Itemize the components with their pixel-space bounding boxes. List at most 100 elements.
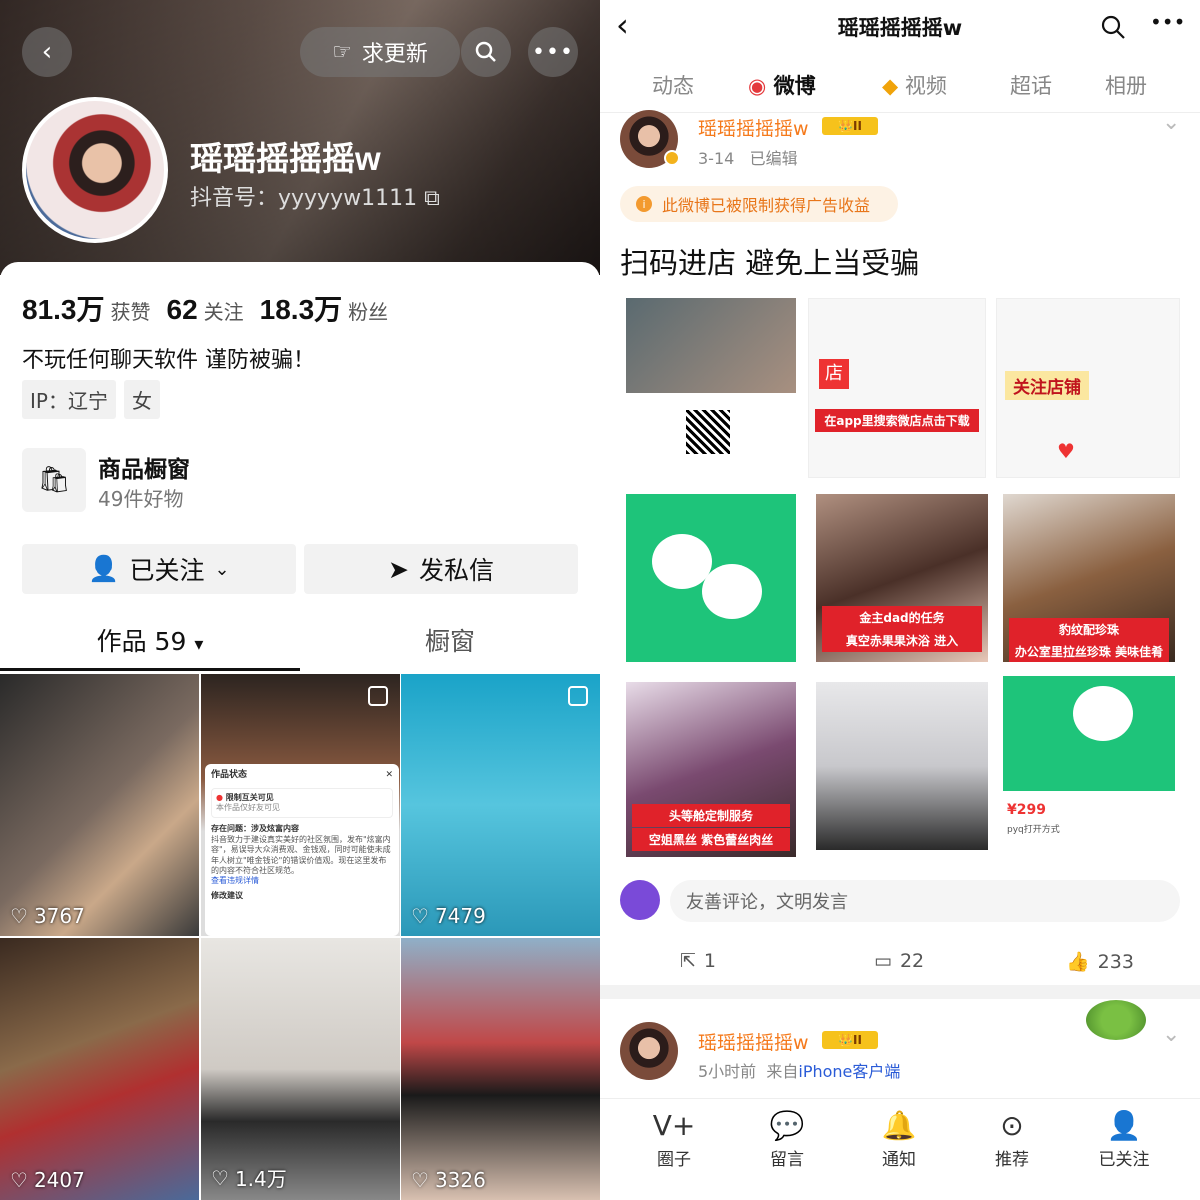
comment-input[interactable]: 友善评论，文明发言 [670,880,1180,922]
tab-supertopic[interactable]: 超话 [1010,70,1052,100]
following-label: 已关注 [129,556,205,585]
popup-link[interactable]: 查看违规详情 [211,876,393,886]
tab-feed[interactable]: 动态 [652,70,694,100]
post-edited: 已编辑 [749,149,798,168]
chevron-down-icon: ⌄ [214,558,230,580]
post-image[interactable]: 金主dad的任务 真空赤果果沐浴 进入 [816,494,988,662]
video-thumb[interactable]: ♡ 7479 [401,674,600,936]
popup-body: 抖音致力于建设真实美好的社区氛围，发布"炫富内容"，易误导大众消费观、金钱观，同… [211,834,391,876]
douyin-id[interactable]: 抖音号：yyyyyw1111 ⧉ [190,180,440,212]
image-caption: 头等舱定制服务 [632,804,790,827]
post-image[interactable] [626,494,796,662]
stat-likes[interactable]: 81.3万 获赞 [22,288,151,328]
stat-following[interactable]: 62 关注 [167,294,244,326]
like-count-text: 3326 [434,1168,486,1192]
post-image[interactable]: 头等舱定制服务 空姐黑丝 紫色蕾丝肉丝 [626,682,796,857]
post-author[interactable]: 瑶瑶摇摇摇w [698,114,809,141]
tab-weibo[interactable]: ◉ 微博 [748,70,816,100]
user-check-icon: 👤 [88,554,120,583]
popup-advice-title: 修改建议 [211,890,243,900]
multi-image-icon [568,686,588,706]
image-caption: 关注店铺 [1005,371,1089,400]
post-image[interactable]: 店 在app里搜索微店点击下载 [808,298,986,478]
info-icon: i [636,196,652,212]
nav-notifications[interactable]: 🔔 通知 [859,1109,939,1170]
profile-name: 瑶瑶摇摇摇w [190,140,381,177]
caret-down-icon: ▾ [194,634,204,655]
like-count: ♡ 2407 [10,1168,85,1192]
close-icon[interactable]: ✕ [385,770,393,782]
post-client[interactable]: iPhone客户端 [798,1062,900,1081]
post-image[interactable] [816,682,988,850]
search-button[interactable] [461,27,511,77]
verified-badge-icon [664,150,680,166]
chat-icon: 💬 [769,1109,805,1142]
shop-window-entry[interactable]: 🛍 商品橱窗 49件好物 [22,448,322,514]
message-button[interactable]: ➤ 发私信 [304,544,578,594]
comment-icon: ▭ [874,950,892,972]
nav-messages[interactable]: 💬 留言 [747,1109,827,1170]
tab-window[interactable]: 橱窗 [300,622,600,658]
thumbs-up-icon: 👍 [1066,951,1090,973]
tree-decoration-icon [1086,1000,1146,1040]
following-button[interactable]: 👤 已关注 ⌄ [22,544,296,594]
repost-button[interactable]: ⇱ 1 [680,950,716,972]
like-count-text: 2407 [33,1168,85,1192]
comment-count: 22 [899,950,925,972]
nav-recommend[interactable]: ⊙ 推荐 [972,1109,1052,1170]
hand-icon: ☞ [332,39,352,65]
post-image[interactable]: ¥299 pyq打开方式 [1003,676,1175,856]
request-update-label: 求更新 [361,42,428,67]
nav-circle[interactable]: V+ 圈子 [634,1109,714,1170]
video-thumb[interactable]: ♡ 1.4万 [201,938,400,1200]
stat-fans[interactable]: 18.3万 粉丝 [260,288,389,328]
video-thumb[interactable]: ♡ 3326 [401,938,600,1200]
comment-placeholder: 友善评论，文明发言 [686,892,848,913]
like-count-text: 3767 [33,904,85,928]
back-button[interactable]: ‹ [22,27,72,77]
tab-video-label: 视频 [904,74,947,98]
avatar[interactable] [22,97,168,243]
send-icon: ➤ [388,554,409,584]
work-status-popup: 作品状态 ✕ ● 限制互关可见 本作品仅好友可见 存在问题：涉及炫富内容 抖音致力… [205,764,399,936]
back-icon: ‹ [41,37,53,67]
request-update-button[interactable]: ☞ 求更新 [300,27,460,77]
video-thumb[interactable]: ♡ 3767 [0,674,199,936]
tab-weibo-label: 微博 [773,74,816,98]
content-tabs: 作品 59 ▾ 橱窗 [0,622,600,672]
post-image[interactable] [626,298,796,393]
stat-value: 81.3万 [22,294,105,325]
tab-video[interactable]: ◆ 视频 [882,70,947,100]
post-divider [600,985,1200,999]
tabs-divider [600,112,1200,113]
tab-works[interactable]: 作品 59 ▾ [0,622,300,658]
weibo-logo-icon: ◉ [748,74,767,98]
up-circle-icon: ⊙ [1000,1109,1024,1142]
weibo-tabs: 动态 ◉ 微博 ◆ 视频 超话 相册 [600,70,1200,110]
more-button[interactable]: ••• [528,27,578,77]
chevron-down-icon[interactable]: ⌄ [1162,1022,1180,1047]
search-icon[interactable] [1100,14,1126,40]
post-time: 5小时前 [698,1062,757,1081]
warning-icon: ● [216,792,223,802]
post-author[interactable]: 瑶瑶摇摇摇w [698,1028,809,1055]
tab-indicator [0,668,300,671]
more-icon[interactable]: ••• [1150,10,1185,34]
post-avatar[interactable] [620,1022,678,1080]
post-image[interactable]: 关注店铺 ♥ [996,298,1180,478]
weibo-profile-panel: ‹ 瑶瑶摇摇摇w ••• 动态 ◉ 微博 ◆ 视频 超话 相册 瑶瑶摇摇摇w 👑… [600,0,1200,1200]
heart-icon: ♡ [10,904,28,928]
post-from: 来自 [766,1062,799,1081]
product-price: ¥299 [1007,802,1046,818]
heart-icon: ♡ [211,1165,229,1190]
tab-album[interactable]: 相册 [1105,70,1147,100]
comment-button[interactable]: ▭ 22 [874,950,924,972]
post-meta: 5小时前 来自iPhone客户端 [698,1058,900,1082]
like-button[interactable]: 👍 233 [1066,950,1134,974]
post-author-name: 瑶瑶摇摇摇w [698,1032,809,1054]
popup-sub: 本作品仅好友可见 [216,803,280,813]
chevron-down-icon[interactable]: ⌄ [1162,110,1180,135]
video-thumb[interactable]: ♡ 2407 [0,938,199,1200]
post-image[interactable]: 豹纹配珍珠 办公室里拉丝珍珠 美味佳肴 [1003,494,1175,662]
nav-following[interactable]: 👤 已关注 [1084,1109,1164,1170]
